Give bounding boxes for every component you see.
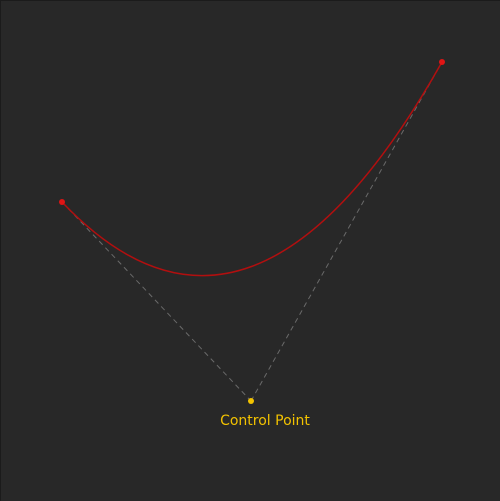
end-point-handle[interactable] [439,59,445,65]
canvas-frame: Control Point [0,0,500,501]
control-point-handle[interactable] [248,398,254,404]
control-point-label: Control Point [220,413,310,429]
start-point-handle[interactable] [59,199,65,205]
bezier-canvas[interactable]: Control Point [1,1,500,501]
